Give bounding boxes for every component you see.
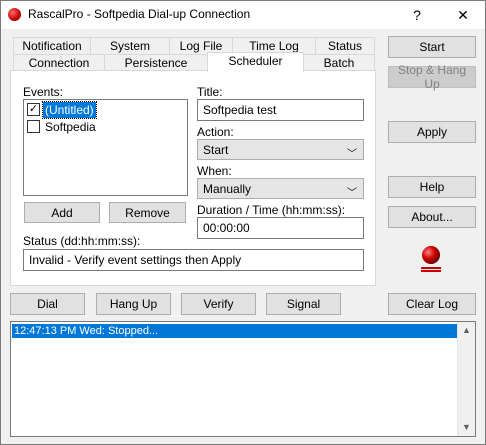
event-checkbox[interactable]: ✓ (27, 103, 40, 116)
when-value: Manually (203, 181, 252, 196)
remove-event-button[interactable]: Remove (109, 202, 186, 223)
event-checkbox[interactable] (27, 120, 40, 133)
duration-field[interactable]: 00:00:00 (197, 217, 364, 239)
add-event-button[interactable]: Add (24, 202, 100, 223)
title-label: Title: (197, 85, 223, 99)
close-window-button[interactable]: ✕ (441, 1, 485, 29)
scroll-down-icon[interactable]: ▼ (458, 419, 475, 436)
help-caption-button[interactable]: ? (395, 1, 439, 29)
when-select[interactable]: Manually ﹀ (197, 178, 364, 199)
events-label: Events: (23, 85, 64, 99)
chevron-down-icon: ﹀ (347, 149, 357, 160)
window-title: RascalPro - Softpedia Dial-up Connection (28, 7, 251, 21)
app-window: RascalPro - Softpedia Dial-up Connection… (0, 0, 486, 445)
tab-notification[interactable]: Notification (13, 37, 91, 55)
tab-system[interactable]: System (90, 37, 170, 55)
list-item[interactable]: Softpedia (26, 119, 186, 135)
action-label: Action: (197, 125, 234, 139)
rascal-logo-icon (421, 246, 441, 272)
verify-button[interactable]: Verify (181, 293, 256, 315)
start-button[interactable]: Start (388, 36, 476, 58)
clear-log-button[interactable]: Clear Log (388, 293, 476, 315)
when-label: When: (197, 164, 232, 178)
title-bar: RascalPro - Softpedia Dial-up Connection… (1, 1, 485, 29)
action-select[interactable]: Start ﹀ (197, 139, 364, 160)
action-value: Start (203, 142, 229, 157)
tab-scheduler[interactable]: Scheduler (207, 52, 304, 72)
event-label: (Untitled) (42, 101, 97, 119)
list-item[interactable]: ✓ (Untitled) (26, 101, 186, 119)
log-list[interactable]: 12:47:13 PM Wed: Stopped... ▲ ▼ (10, 321, 476, 437)
status-field: Invalid - Verify event settings then App… (23, 249, 364, 271)
log-line[interactable]: 12:47:13 PM Wed: Stopped... (12, 324, 459, 338)
status-label: Status (dd:hh:mm:ss): (23, 234, 141, 248)
dial-button[interactable]: Dial (10, 293, 85, 315)
title-field[interactable]: Softpedia test (197, 99, 364, 121)
help-button[interactable]: Help (388, 176, 476, 198)
about-button[interactable]: About... (388, 206, 476, 228)
scroll-up-icon[interactable]: ▲ (458, 322, 475, 339)
duration-label: Duration / Time (hh:mm:ss): (197, 203, 346, 217)
events-list[interactable]: ✓ (Untitled) Softpedia (23, 99, 188, 196)
signal-button[interactable]: Signal (266, 293, 341, 315)
tab-status[interactable]: Status (315, 37, 375, 55)
apply-button[interactable]: Apply (388, 121, 476, 143)
chevron-down-icon: ﹀ (347, 188, 357, 199)
event-label: Softpedia (45, 120, 96, 134)
stop-hang-up-button[interactable]: Stop & Hang Up (388, 63, 476, 91)
app-logo-icon (8, 8, 21, 21)
hang-up-button[interactable]: Hang Up (96, 293, 171, 315)
log-scrollbar[interactable]: ▲ ▼ (457, 322, 475, 436)
